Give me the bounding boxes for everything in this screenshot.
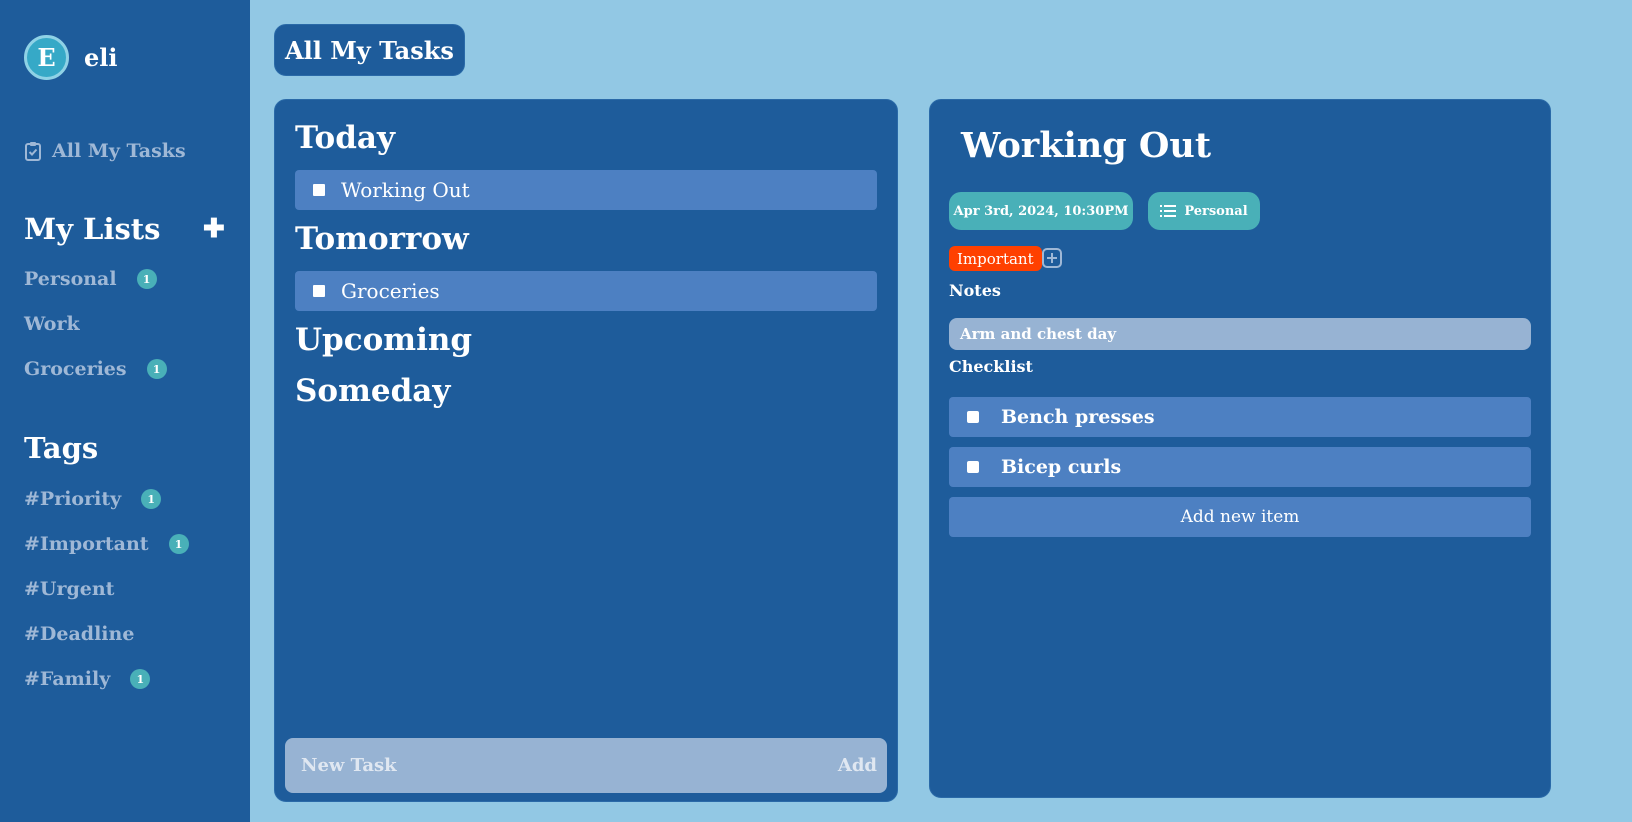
tasks-panel: Today Working Out Tomorrow Groceries Upc…: [274, 99, 898, 802]
task-checkbox[interactable]: [313, 285, 325, 297]
sidebar-item-personal[interactable]: Personal 1: [24, 268, 157, 290]
sidebar-tag-deadline[interactable]: #Deadline: [24, 623, 134, 645]
add-checklist-item-button[interactable]: Add new item: [949, 497, 1531, 537]
group-title-today: Today: [295, 120, 395, 156]
plus-square-icon[interactable]: [1042, 248, 1062, 268]
add-task-button[interactable]: Add: [838, 755, 877, 776]
task-row[interactable]: Groceries: [295, 271, 877, 311]
clipboard-check-icon: [25, 142, 41, 161]
sidebar-item-label: Work: [24, 313, 80, 335]
checklist-checkbox[interactable]: [967, 411, 979, 423]
sidebar-tag-priority[interactable]: #Priority 1: [24, 488, 162, 510]
add-list-button[interactable]: ✚: [203, 216, 225, 242]
sidebar-tag-important[interactable]: #Important 1: [24, 533, 189, 555]
count-badge: 1: [141, 489, 162, 509]
tag-chip-important[interactable]: Important: [949, 246, 1042, 271]
group-title-someday: Someday: [295, 373, 451, 409]
user-profile[interactable]: E eli: [24, 35, 118, 80]
notes-label: Notes: [949, 281, 1001, 300]
notes-field[interactable]: Arm and chest day: [949, 318, 1531, 350]
sidebar-item-label: Groceries: [24, 358, 127, 380]
due-date-button[interactable]: Apr 3rd, 2024, 10:30PM: [949, 192, 1133, 230]
checklist-item-label: Bicep curls: [1001, 456, 1122, 478]
tags-title: Tags: [24, 431, 99, 465]
new-task-input[interactable]: [301, 755, 781, 776]
list-icon: [1160, 205, 1177, 217]
sidebar-tag-label: #Family: [24, 668, 111, 690]
username: eli: [84, 43, 118, 72]
due-date-label: Apr 3rd, 2024, 10:30PM: [953, 203, 1129, 219]
task-checkbox[interactable]: [313, 184, 325, 196]
group-title-tomorrow: Tomorrow: [295, 221, 469, 257]
sidebar-tag-family[interactable]: #Family 1: [24, 668, 151, 690]
sidebar-item-label: Personal: [24, 268, 117, 290]
detail-title[interactable]: Working Out: [961, 125, 1211, 166]
count-badge: 1: [130, 669, 151, 689]
checklist-item[interactable]: Bench presses: [949, 397, 1531, 437]
sidebar-tag-urgent[interactable]: #Urgent: [24, 578, 114, 600]
checklist-label: Checklist: [949, 357, 1033, 376]
task-detail-panel: Working Out Apr 3rd, 2024, 10:30PM Perso…: [929, 99, 1551, 798]
sidebar-tag-label: #Important: [24, 533, 149, 555]
checklist-checkbox[interactable]: [967, 461, 979, 473]
count-badge: 1: [168, 534, 189, 554]
task-row[interactable]: Working Out: [295, 170, 877, 210]
checklist-item-label: Bench presses: [1001, 406, 1155, 428]
sidebar: E eli All My Tasks My Lists ✚ Personal 1…: [0, 0, 250, 822]
group-title-upcoming: Upcoming: [295, 322, 473, 358]
new-task-bar: Add: [285, 738, 887, 793]
avatar[interactable]: E: [24, 35, 69, 80]
task-label: Working Out: [341, 178, 470, 202]
sidebar-tag-label: #Priority: [24, 488, 122, 510]
list-selector-button[interactable]: Personal: [1148, 192, 1260, 230]
count-badge: 1: [146, 359, 167, 379]
lists-title: My Lists: [24, 212, 161, 246]
task-label: Groceries: [341, 279, 440, 303]
list-selector-label: Personal: [1184, 203, 1248, 219]
nav-all-my-tasks-label: All My Tasks: [52, 140, 186, 162]
nav-all-my-tasks[interactable]: All My Tasks: [24, 140, 186, 162]
sidebar-item-groceries[interactable]: Groceries 1: [24, 358, 167, 380]
checklist-item[interactable]: Bicep curls: [949, 447, 1531, 487]
count-badge: 1: [136, 269, 157, 289]
page-title-button[interactable]: All My Tasks: [274, 24, 465, 76]
sidebar-item-work[interactable]: Work: [24, 313, 80, 335]
sidebar-tag-label: #Deadline: [24, 623, 135, 645]
sidebar-tag-label: #Urgent: [24, 578, 115, 600]
